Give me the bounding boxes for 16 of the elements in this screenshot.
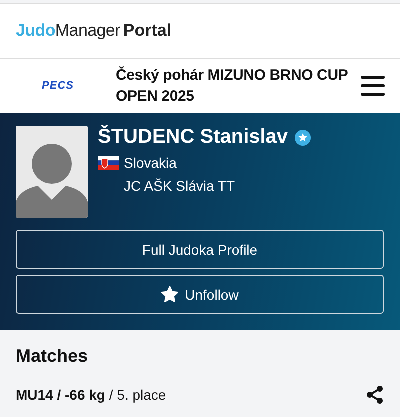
logo-text: Judo (16, 21, 56, 41)
event-title: Český pohár MIZUNO BRNO CUP OPEN 2025 (116, 66, 349, 107)
section-title: Matches (16, 346, 90, 367)
logo-text: Manager (55, 21, 120, 41)
profile-button[interactable]: Full Judoka Profile (16, 230, 384, 269)
flag-icon (98, 156, 119, 170)
sponsor-logo: PECS (41, 80, 75, 92)
logo-text: Portal (123, 21, 172, 41)
star-icon (161, 286, 180, 303)
match-category: MU14 / -66 kg / 5. place (16, 387, 166, 403)
country-name: Slovakia (124, 155, 177, 171)
share-icon[interactable] (366, 386, 384, 404)
club-name: JC AŠK Slávia TT (124, 178, 236, 194)
menu-icon[interactable] (361, 75, 385, 97)
follow-button[interactable]: Unfollow (16, 275, 384, 314)
athlete-name: ŠTUDENC Stanislav (98, 126, 288, 149)
